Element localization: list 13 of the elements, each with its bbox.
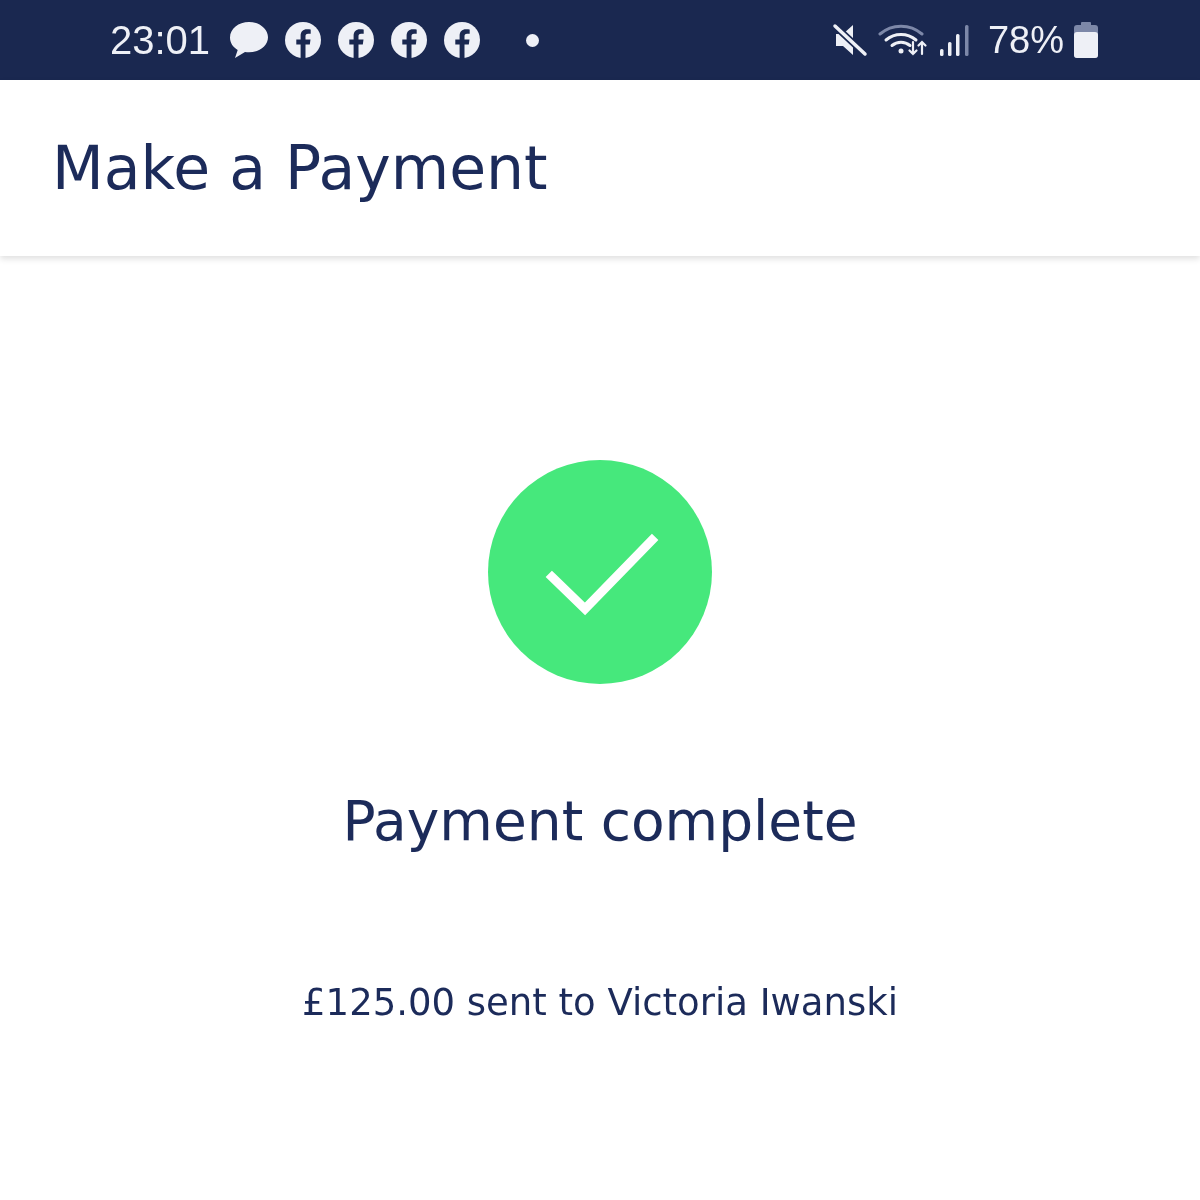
muted-speaker-icon <box>831 23 868 57</box>
f-circle-icon <box>284 21 323 59</box>
f-circle-icon <box>337 21 376 59</box>
battery-icon <box>1074 22 1098 58</box>
battery-percent: 78% <box>987 21 1064 59</box>
chat-bubble-icon <box>229 21 270 59</box>
wifi-icon <box>877 23 928 57</box>
dot-icon <box>526 33 540 47</box>
payment-message: £125.00 sent to Victoria Iwanski <box>302 984 898 1021</box>
f-circle-icon <box>390 21 429 59</box>
f-circle-icon <box>443 21 482 59</box>
status-time: 23:01 <box>110 20 211 60</box>
signal-bars-icon <box>937 23 972 57</box>
